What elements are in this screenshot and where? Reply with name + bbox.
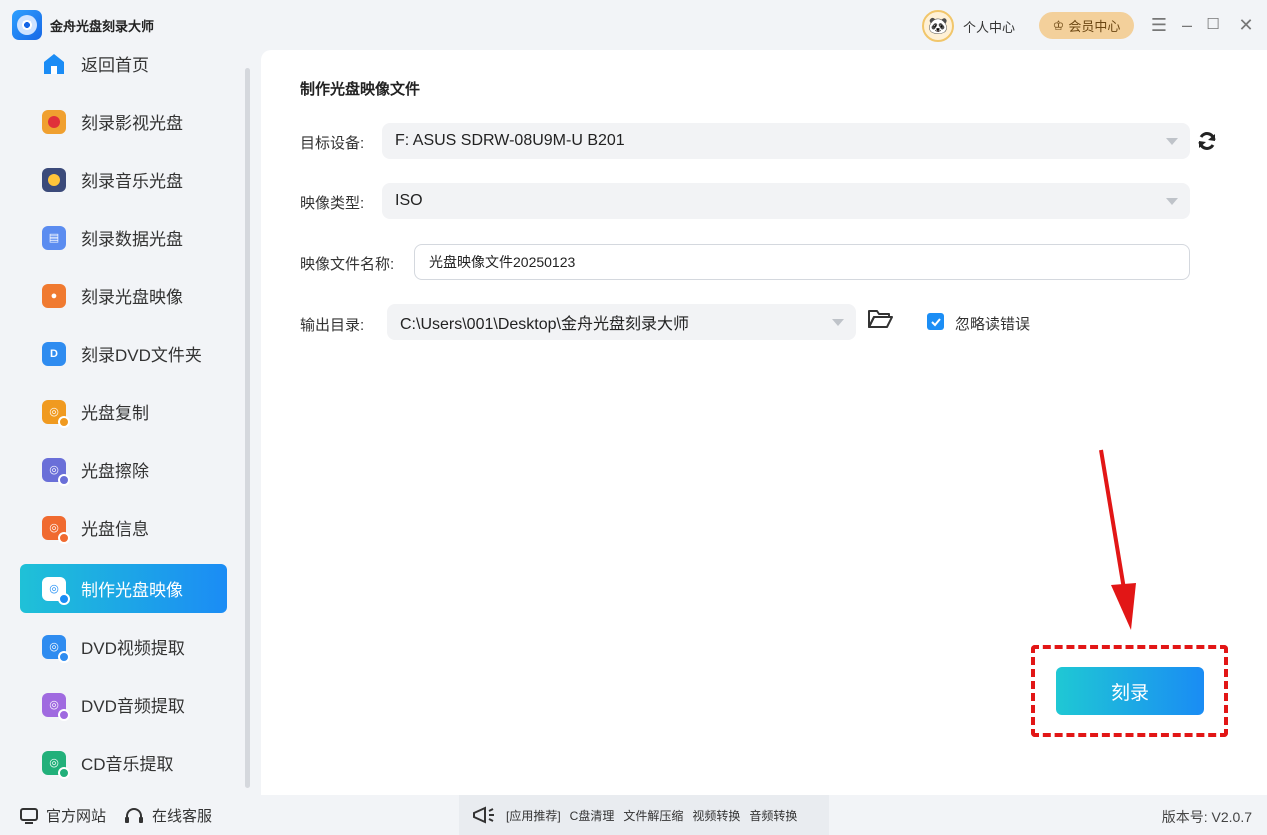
- sidebar-item-burn-disc-image[interactable]: ● 刻录光盘映像: [20, 271, 227, 320]
- user-avatar[interactable]: 🐼: [922, 10, 954, 42]
- monitor-icon: [20, 807, 38, 824]
- image-type-select[interactable]: ISO: [382, 183, 1190, 219]
- red-arrow-annotation: [1099, 449, 1136, 630]
- promo-item-audio-convert[interactable]: 音频转换: [749, 807, 797, 824]
- crown-icon: ♔: [1052, 17, 1065, 33]
- folder-open-icon[interactable]: [867, 308, 893, 330]
- sidebar-item-label: 刻录音乐光盘: [81, 172, 183, 191]
- data-disc-icon: ▤: [42, 225, 66, 250]
- make-image-icon: ◎: [42, 576, 70, 605]
- chevron-down-icon: [832, 319, 844, 326]
- image-type-label: 映像类型:: [300, 195, 365, 212]
- sidebar-item-label: 刻录数据光盘: [81, 230, 183, 249]
- ignore-errors-checkbox[interactable]: [927, 313, 944, 330]
- sidebar-item-burn-music-disc[interactable]: 刻录音乐光盘: [20, 155, 227, 204]
- disc-image-icon: ●: [42, 283, 66, 308]
- maximize-icon[interactable]: ☐: [1203, 14, 1223, 36]
- sidebar-item-label: 返回首页: [81, 56, 149, 75]
- app-logo-icon: [12, 10, 42, 40]
- burn-button[interactable]: 刻录: [1056, 667, 1204, 715]
- music-disc-icon: [42, 167, 66, 192]
- sidebar-item-label: 光盘信息: [81, 520, 149, 539]
- sidebar-item-disc-copy[interactable]: ◎ 光盘复制: [20, 387, 227, 436]
- target-device-select[interactable]: F: ASUS SDRW-08U9M-U B201: [382, 123, 1190, 159]
- megaphone-icon: [473, 806, 494, 824]
- sidebar: 返回首页 刻录影视光盘 刻录音乐光盘 ▤ 刻录数据光盘 ● 刻录光盘映像 D 刻…: [0, 50, 258, 795]
- sidebar-item-label: 刻录DVD文件夹: [81, 346, 202, 365]
- chevron-down-icon: [1166, 138, 1178, 145]
- personal-center-link[interactable]: 个人中心: [963, 17, 1015, 36]
- output-dir-label: 输出目录:: [300, 317, 365, 334]
- official-site-link[interactable]: 官方网站: [20, 805, 106, 826]
- dvd-video-extract-icon: ◎: [42, 634, 70, 663]
- headset-icon: [125, 807, 143, 823]
- image-type-value: ISO: [395, 192, 423, 209]
- sidebar-item-make-disc-image[interactable]: ◎ 制作光盘映像: [20, 564, 227, 613]
- home-icon: [42, 52, 66, 76]
- official-site-label: 官方网站: [46, 808, 107, 825]
- target-device-label: 目标设备:: [300, 135, 365, 152]
- menu-icon[interactable]: ☰: [1149, 14, 1169, 36]
- sidebar-item-label: 光盘擦除: [81, 462, 149, 481]
- disc-info-icon: ◎: [42, 515, 70, 544]
- output-dir-value: C:\Users\001\Desktop\金舟光盘刻录大师: [400, 316, 689, 333]
- check-icon: [930, 317, 941, 326]
- refresh-icon[interactable]: [1195, 129, 1219, 153]
- promo-item-video-convert[interactable]: 视频转换: [692, 807, 740, 824]
- online-service-label: 在线客服: [152, 808, 213, 825]
- promo-bar: [应用推荐] C盘清理 文件解压缩 视频转换 音频转换: [459, 795, 829, 835]
- sidebar-item-burn-data-disc[interactable]: ▤ 刻录数据光盘: [20, 213, 227, 262]
- cd-music-extract-icon: ◎: [42, 750, 70, 779]
- dvd-folder-icon: D: [42, 341, 66, 366]
- sidebar-scrollbar[interactable]: [245, 68, 250, 788]
- section-title: 制作光盘映像文件: [300, 81, 421, 98]
- main-panel: 制作光盘映像文件 目标设备: F: ASUS SDRW-08U9M-U B201…: [261, 50, 1267, 795]
- sidebar-item-dvd-video-extract[interactable]: ◎ DVD视频提取: [20, 622, 227, 671]
- sidebar-item-label: 刻录影视光盘: [81, 114, 183, 133]
- file-name-input[interactable]: 光盘映像文件20250123: [414, 244, 1190, 280]
- output-dir-select[interactable]: C:\Users\001\Desktop\金舟光盘刻录大师: [387, 304, 856, 340]
- target-device-value: F: ASUS SDRW-08U9M-U B201: [395, 132, 625, 149]
- version-label: 版本号: V2.0.7: [1161, 809, 1252, 825]
- promo-item-c-clean[interactable]: C盘清理: [570, 807, 615, 824]
- member-center-label: 会员中心: [1068, 19, 1121, 34]
- promo-item-unzip[interactable]: 文件解压缩: [623, 807, 683, 824]
- sidebar-item-label: CD音乐提取: [81, 755, 174, 774]
- promo-label: [应用推荐]: [506, 808, 561, 823]
- bottom-bar: 官方网站 在线客服 [应用推荐] C盘清理 文件解压缩 视频转换 音频转换 版本…: [0, 795, 1267, 835]
- minimize-icon[interactable]: –: [1177, 14, 1197, 36]
- sidebar-item-dvd-audio-extract[interactable]: ◎ DVD音频提取: [20, 680, 227, 729]
- sidebar-item-disc-info[interactable]: ◎ 光盘信息: [20, 503, 227, 552]
- disc-copy-icon: ◎: [42, 399, 70, 428]
- disc-erase-icon: ◎: [42, 457, 70, 486]
- ignore-errors-label: 忽略读错误: [955, 316, 1031, 333]
- sidebar-item-burn-dvd-folder[interactable]: D 刻录DVD文件夹: [20, 329, 227, 378]
- sidebar-item-home[interactable]: 返回首页: [20, 39, 227, 88]
- sidebar-item-label: 光盘复制: [81, 404, 149, 423]
- sidebar-item-label: 刻录光盘映像: [81, 288, 183, 307]
- dvd-audio-extract-icon: ◎: [42, 692, 70, 721]
- video-disc-icon: [42, 109, 66, 134]
- file-name-label: 映像文件名称:: [300, 256, 395, 273]
- sidebar-item-burn-video-disc[interactable]: 刻录影视光盘: [20, 97, 227, 146]
- app-title: 金舟光盘刻录大师: [50, 19, 155, 34]
- sidebar-item-label: DVD音频提取: [81, 697, 185, 716]
- chevron-down-icon: [1166, 198, 1178, 205]
- close-icon[interactable]: ✕: [1236, 14, 1256, 36]
- sidebar-item-disc-erase[interactable]: ◎ 光盘擦除: [20, 445, 227, 494]
- online-service-link[interactable]: 在线客服: [124, 805, 212, 826]
- sidebar-item-label: DVD视频提取: [81, 639, 185, 658]
- member-center-button[interactable]: ♔ 会员中心: [1039, 12, 1134, 39]
- sidebar-item-label: 制作光盘映像: [81, 581, 183, 600]
- sidebar-item-cd-music-extract[interactable]: ◎ CD音乐提取: [20, 738, 227, 787]
